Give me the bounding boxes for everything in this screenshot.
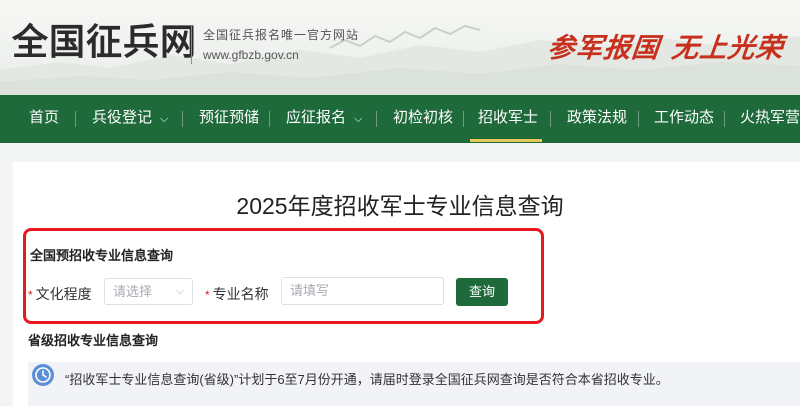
nav-item-label: 应征报名 (286, 109, 347, 126)
nav-divider (182, 111, 183, 127)
nav-divider (638, 111, 639, 127)
nav-item-military-registration[interactable]: 兵役登记 ⌵ (92, 95, 168, 143)
education-select[interactable]: 请选择 ⌵ (104, 278, 193, 305)
major-label: * 专业名称 (205, 284, 269, 304)
logo-divider (191, 26, 192, 64)
nav-item-label: 工作动态 (654, 109, 715, 126)
page-title: 2025年度招收军士专业信息查询 (236, 193, 564, 219)
education-label-text: 文化程度 (35, 286, 92, 302)
site-subtitle: 全国征兵报名唯一官方网站 (203, 28, 360, 42)
nav-item-policies[interactable]: 政策法规 (567, 95, 627, 143)
highlight-box (23, 228, 544, 324)
site-logo[interactable]: 全国征兵网 (12, 20, 197, 64)
nav-divider (376, 111, 377, 127)
nav-item-initial-check[interactable]: 初检初核 (393, 95, 453, 143)
nav-item-label: 政策法规 (567, 109, 628, 126)
nav-active-indicator (470, 139, 542, 142)
query-button[interactable]: 查询 (456, 278, 508, 306)
slogan-right: 无上光荣 (670, 33, 786, 64)
nav-divider (550, 111, 551, 127)
nav-item-label: 首页 (29, 109, 60, 126)
nav-divider (463, 111, 464, 127)
nav-item-barracks[interactable]: 火热军营 (740, 95, 800, 143)
nav-item-pre-enlistment[interactable]: 预征预储 (199, 95, 259, 143)
chevron-down-icon: ⌵ (354, 113, 363, 125)
nav-divider (269, 111, 270, 127)
notice-text: “招收军士专业信息查询(省级)”计划于6至7月份开通，请届时登录全国征兵网查询是… (65, 372, 669, 387)
slogan-left: 参军报国 (546, 33, 662, 64)
major-label-text: 专业名称 (212, 286, 269, 302)
nav-item-label: 兵役登记 (92, 109, 153, 126)
nav-item-label: 初检初核 (393, 109, 454, 126)
education-label: * 文化程度 (28, 284, 92, 304)
nav-item-nco-recruitment[interactable]: 招收军士 (478, 95, 538, 143)
national-section-title: 全国预招收专业信息查询 (30, 248, 174, 263)
nav-divider (724, 111, 725, 127)
nav-item-label: 火热军营 (740, 109, 800, 126)
site-url: www.gfbzb.gov.cn (203, 48, 299, 62)
nav-item-enlistment-signup[interactable]: 应征报名 ⌵ (286, 95, 362, 143)
required-mark: * (205, 288, 210, 302)
chevron-down-icon: ⌵ (175, 285, 184, 297)
nav-item-home[interactable]: 首页 (29, 95, 59, 143)
site-header: 全国征兵网 全国征兵报名唯一官方网站 www.gfbzb.gov.cn 参军报国… (0, 0, 800, 95)
main-nav: 首页 兵役登记 ⌵ 预征预储 应征报名 ⌵ 初检初核 招收军士 政策法规 工作动态 … (0, 95, 800, 143)
nav-divider (75, 111, 76, 127)
major-input[interactable]: 请填写 (281, 277, 444, 305)
major-input-placeholder: 请填写 (290, 283, 330, 298)
nav-item-label: 预征预储 (199, 109, 260, 126)
nav-item-label: 招收军士 (478, 109, 539, 126)
clock-icon (32, 364, 54, 386)
education-select-placeholder: 请选择 (113, 284, 153, 299)
required-mark: * (28, 288, 33, 302)
nav-item-news[interactable]: 工作动态 (654, 95, 714, 143)
provincial-section-title: 省级招收专业信息查询 (28, 333, 159, 348)
chevron-down-icon: ⌵ (160, 113, 169, 125)
